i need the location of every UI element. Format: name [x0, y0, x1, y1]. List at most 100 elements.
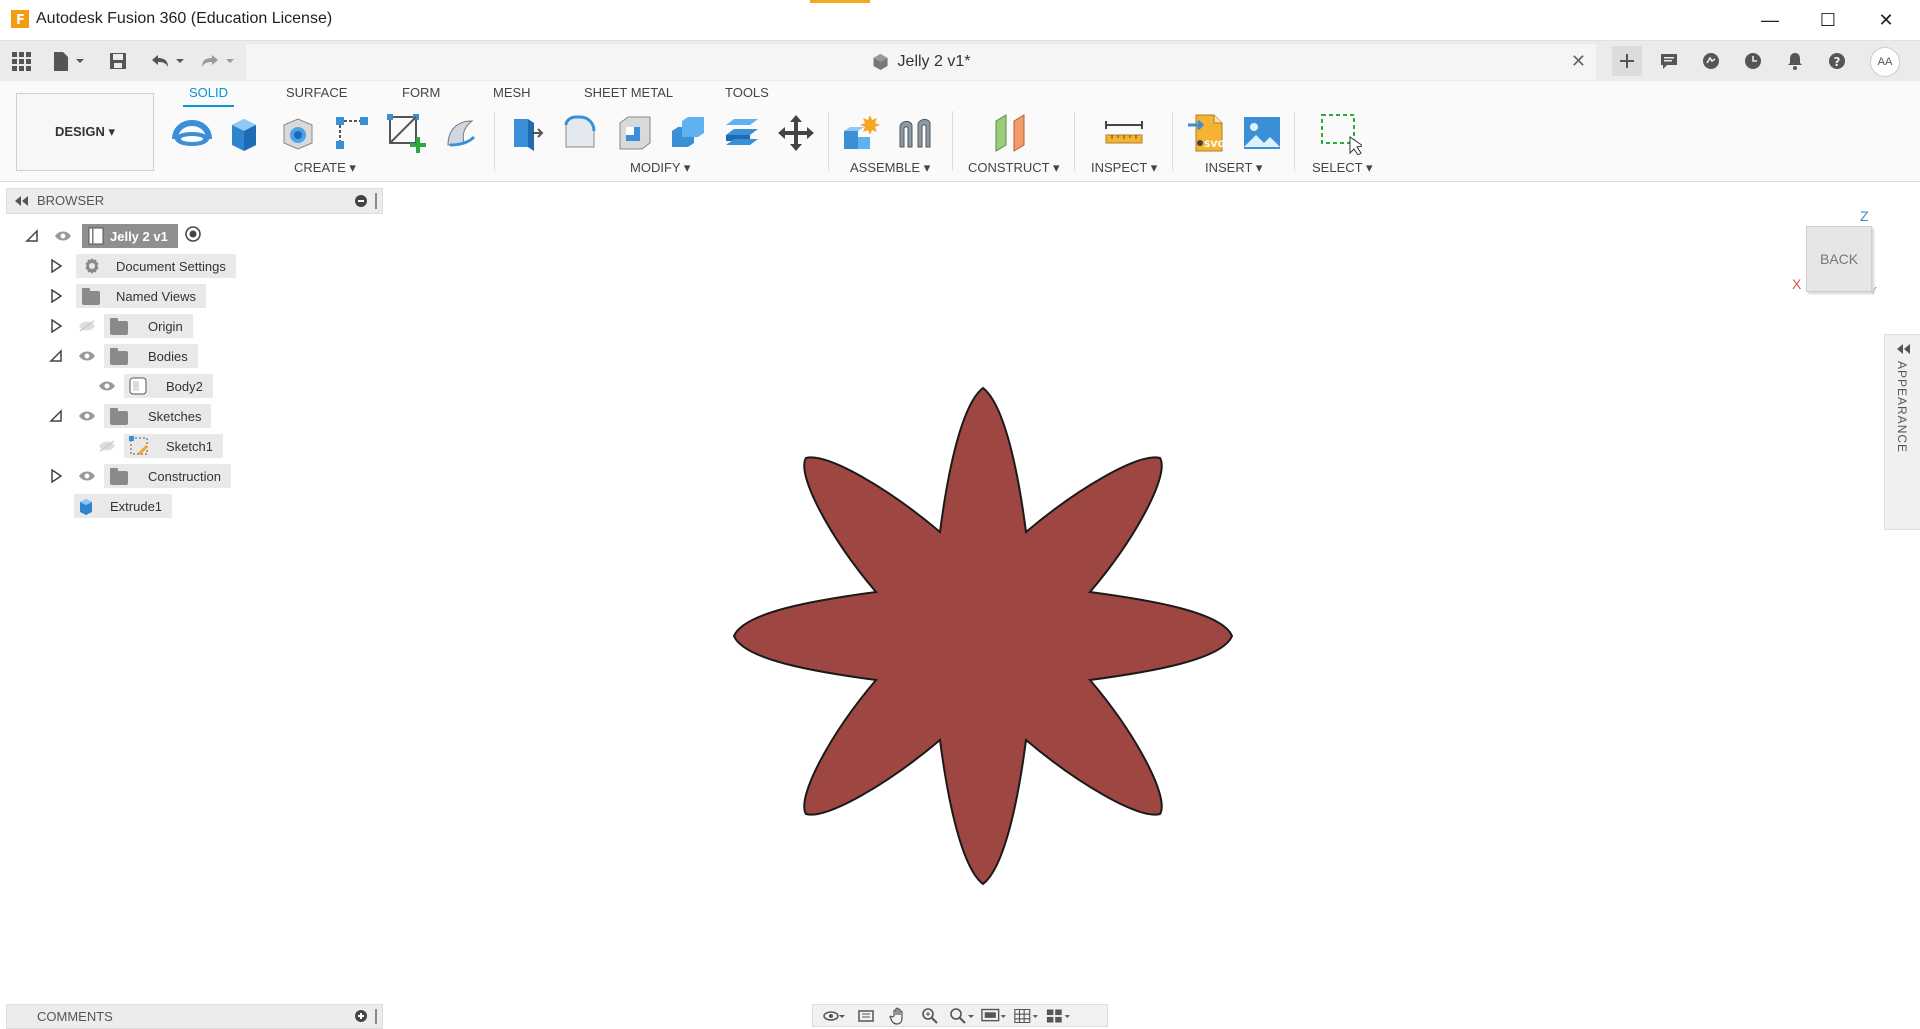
display-settings-icon[interactable] — [981, 1007, 1007, 1025]
insert-svg-icon[interactable]: SVG — [1186, 111, 1230, 155]
construct-menu[interactable]: CONSTRUCT ▾ — [968, 160, 1060, 176]
user-avatar[interactable]: AA — [1870, 47, 1900, 77]
expand-arrow-icon[interactable] — [48, 468, 64, 484]
tree-item-document-settings[interactable]: Document Settings — [48, 254, 236, 278]
tab-solid[interactable]: SOLID — [182, 85, 235, 107]
tree-root[interactable]: Jelly 2 v1 — [24, 224, 202, 248]
root-label: Jelly 2 v1 — [110, 228, 168, 244]
window-title: Autodesk Fusion 360 (Education License) — [36, 10, 333, 27]
expand-arrow-icon[interactable] — [48, 288, 64, 304]
assemble-menu[interactable]: ASSEMBLE ▾ — [850, 160, 930, 176]
data-panel-grid-icon[interactable] — [10, 49, 32, 73]
shell-icon[interactable] — [612, 111, 656, 155]
collapse-arrow-icon[interactable] — [24, 228, 40, 244]
viewports-icon[interactable] — [1045, 1007, 1071, 1025]
close-window-button[interactable]: ✕ — [1858, 0, 1914, 40]
insert-canvas-image-icon[interactable] — [1240, 111, 1284, 155]
tree-item-sketches[interactable]: Sketches — [48, 404, 212, 428]
window-select-icon[interactable] — [1318, 111, 1362, 155]
root-component-pill[interactable]: Jelly 2 v1 — [82, 224, 178, 248]
collapse-arrow-icon[interactable] — [48, 348, 64, 364]
viewcube[interactable]: BACK — [1806, 226, 1872, 292]
notifications-bell-icon[interactable] — [1780, 46, 1810, 76]
redo-icon[interactable] — [198, 49, 238, 73]
select-menu[interactable]: SELECT ▾ — [1312, 160, 1372, 176]
measure-icon[interactable] — [1102, 111, 1146, 155]
fit-zoom-icon[interactable] — [949, 1007, 975, 1025]
folder-icon — [110, 317, 128, 335]
pan-hand-icon[interactable] — [885, 1007, 911, 1025]
save-icon[interactable] — [108, 49, 128, 73]
tree-item-construction[interactable]: Construction — [48, 464, 231, 488]
extensions-icon[interactable] — [1696, 46, 1726, 76]
revolve-box-icon[interactable] — [276, 111, 320, 155]
job-status-clock-icon[interactable] — [1738, 46, 1768, 76]
modify-menu[interactable]: MODIFY ▾ — [630, 160, 690, 176]
joint-icon[interactable] — [894, 111, 938, 155]
fillet-icon[interactable] — [558, 111, 602, 155]
move-copy-icon[interactable] — [774, 111, 818, 155]
collapse-panel-icon[interactable] — [13, 195, 29, 207]
flower-sketch-profile[interactable] — [732, 386, 1234, 886]
minimize-button[interactable]: — — [1742, 0, 1798, 40]
offset-face-icon[interactable] — [720, 111, 764, 155]
tree-item-bodies[interactable]: Bodies — [48, 344, 198, 368]
offset-plane-icon[interactable] — [990, 111, 1034, 155]
tab-mesh[interactable]: MESH — [493, 85, 531, 100]
maximize-button[interactable]: ☐ — [1800, 0, 1856, 40]
undo-icon[interactable] — [148, 49, 188, 73]
fillet-form-icon[interactable] — [438, 111, 482, 155]
visibility-eye-icon[interactable] — [98, 380, 116, 392]
pattern-icon[interactable] — [330, 111, 374, 155]
extrude-icon[interactable] — [222, 111, 266, 155]
zoom-icon[interactable] — [917, 1007, 943, 1025]
orbit-icon[interactable] — [821, 1007, 847, 1025]
appearance-label: APPEARANCE — [1895, 361, 1909, 454]
grid-settings-icon[interactable] — [1013, 1007, 1039, 1025]
tab-surface[interactable]: SURFACE — [286, 85, 347, 100]
visibility-eye-icon[interactable] — [78, 410, 96, 422]
hidden-eye-icon[interactable] — [78, 320, 96, 332]
visibility-eye-icon[interactable] — [78, 470, 96, 482]
tree-item-extrude1[interactable]: Extrude1 — [74, 494, 173, 518]
close-document-button[interactable]: ✕ — [1571, 51, 1586, 72]
activate-radio-icon[interactable] — [184, 225, 202, 248]
collapse-arrow-icon[interactable] — [48, 408, 64, 424]
inspect-menu[interactable]: INSPECT ▾ — [1091, 160, 1157, 176]
tree-item-label: Document Settings — [116, 258, 226, 274]
tab-form[interactable]: FORM — [402, 85, 440, 100]
document-tab[interactable]: Jelly 2 v1* ✕ — [246, 44, 1596, 80]
tree-item-body2[interactable]: Body2 — [98, 374, 213, 398]
new-tab-plus-icon[interactable] — [1612, 46, 1642, 76]
expand-arrow-icon[interactable] — [48, 258, 64, 274]
hidden-eye-icon[interactable] — [98, 440, 116, 452]
combine-icon[interactable] — [666, 111, 710, 155]
expand-arrow-icon[interactable] — [48, 318, 64, 334]
tab-tools[interactable]: TOOLS — [725, 85, 769, 100]
browser-minimize-icon[interactable] — [355, 195, 367, 207]
look-at-icon[interactable] — [853, 1007, 879, 1025]
tree-item-origin[interactable]: Origin — [48, 314, 193, 338]
tree-item-named-views[interactable]: Named Views — [48, 284, 206, 308]
workspace-switcher-button[interactable]: DESIGN ▾ — [16, 93, 154, 171]
create-sketch-plus-icon[interactable] — [384, 111, 428, 155]
visibility-eye-icon[interactable] — [78, 350, 96, 362]
tree-item-label: Bodies — [148, 348, 188, 364]
comments-chat-icon[interactable] — [1654, 46, 1684, 76]
help-icon[interactable]: ? — [1822, 46, 1852, 76]
create-menu[interactable]: CREATE ▾ — [294, 160, 356, 176]
create-sketch-icon[interactable] — [170, 111, 214, 155]
visibility-eye-icon[interactable] — [54, 230, 72, 242]
appearance-panel-tab[interactable]: APPEARANCE — [1884, 334, 1920, 530]
new-component-icon[interactable] — [840, 111, 884, 155]
toolbar-separator — [1074, 111, 1075, 171]
press-pull-icon[interactable] — [504, 111, 548, 155]
add-comment-icon[interactable] — [355, 1010, 367, 1022]
file-menu-icon[interactable] — [50, 49, 86, 73]
browser-resize-handle[interactable] — [375, 193, 377, 209]
comments-resize-handle[interactable] — [375, 1009, 377, 1024]
expand-panel-icon[interactable] — [1895, 343, 1911, 355]
tree-item-sketch1[interactable]: Sketch1 — [98, 434, 223, 458]
insert-menu[interactable]: INSERT ▾ — [1205, 160, 1262, 176]
tab-sheet-metal[interactable]: SHEET METAL — [584, 85, 673, 100]
